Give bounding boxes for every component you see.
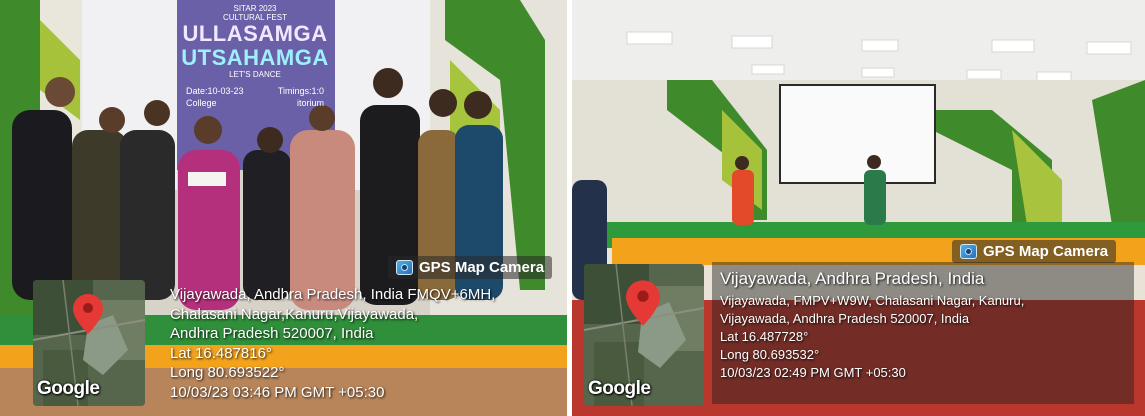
- gps-map-camera-badge: GPS Map Camera: [952, 240, 1117, 263]
- longitude: Long 80.693522°: [170, 364, 285, 381]
- camera-icon: [960, 244, 977, 259]
- photo-award-ceremony: SITAR 2023 CULTURAL FEST ULLASAMGA UTSAH…: [0, 0, 567, 416]
- badge-label: GPS Map Camera: [983, 243, 1109, 260]
- map-pin-icon: [73, 294, 103, 334]
- badge-label: GPS Map Camera: [419, 259, 545, 276]
- poster-line1: SITAR 2023: [233, 4, 277, 13]
- poster-venue2: itorium: [296, 98, 324, 108]
- camera-icon: [396, 260, 413, 275]
- address-line-2: Chalasani Nagar,Kanuru,Vijayawada,: [170, 305, 419, 323]
- map-pin-icon: [626, 280, 660, 326]
- latitude: Lat 16.487728°: [720, 329, 809, 344]
- event-poster: SITAR 2023 CULTURAL FEST ULLASAMGA UTSAH…: [178, 4, 332, 108]
- map-thumbnail: Google: [584, 264, 704, 406]
- location-info: Vijayawada, Andhra Pradesh, India FMQV+6…: [170, 285, 495, 402]
- address-line-2: Vijayawada, Andhra Pradesh 520007, India: [720, 311, 970, 326]
- address-line-1: Vijayawada, Andhra Pradesh, India FMQV+6…: [170, 286, 496, 303]
- timestamp: 10/03/23 03:46 PM GMT +05:30: [170, 383, 385, 401]
- poster-date: Date:10-03-23: [186, 86, 244, 96]
- poster-title2: UTSAHAMGA: [181, 45, 329, 70]
- map-thumbnail: Google: [33, 280, 145, 406]
- photo-dance-performance: GPS Map Camera Google Vijayawada, Andhra…: [572, 0, 1145, 416]
- google-logo: Google: [588, 378, 651, 399]
- timestamp: 10/03/23 02:49 PM GMT +05:30: [720, 365, 906, 380]
- gps-map-camera-badge: GPS Map Camera: [388, 256, 553, 279]
- poster-tagline: LET'S DANCE: [229, 70, 281, 79]
- google-logo: Google: [37, 378, 100, 399]
- poster-timings: Timings:1:0: [277, 86, 324, 96]
- address-line-3: Andhra Pradesh 520007, India: [170, 325, 374, 342]
- poster-title1: ULLASAMGA: [182, 21, 328, 46]
- poster-venue: College: [186, 98, 217, 108]
- address-line-1: Vijayawada, FMPV+W9W, Chalasani Nagar, K…: [720, 293, 1025, 308]
- latitude: Lat 16.487816°: [170, 344, 272, 362]
- location-info: Vijayawada, Andhra Pradesh, India Vijaya…: [720, 268, 1024, 382]
- longitude: Long 80.693532°: [720, 347, 820, 362]
- address-title: Vijayawada, Andhra Pradesh, India: [720, 269, 985, 288]
